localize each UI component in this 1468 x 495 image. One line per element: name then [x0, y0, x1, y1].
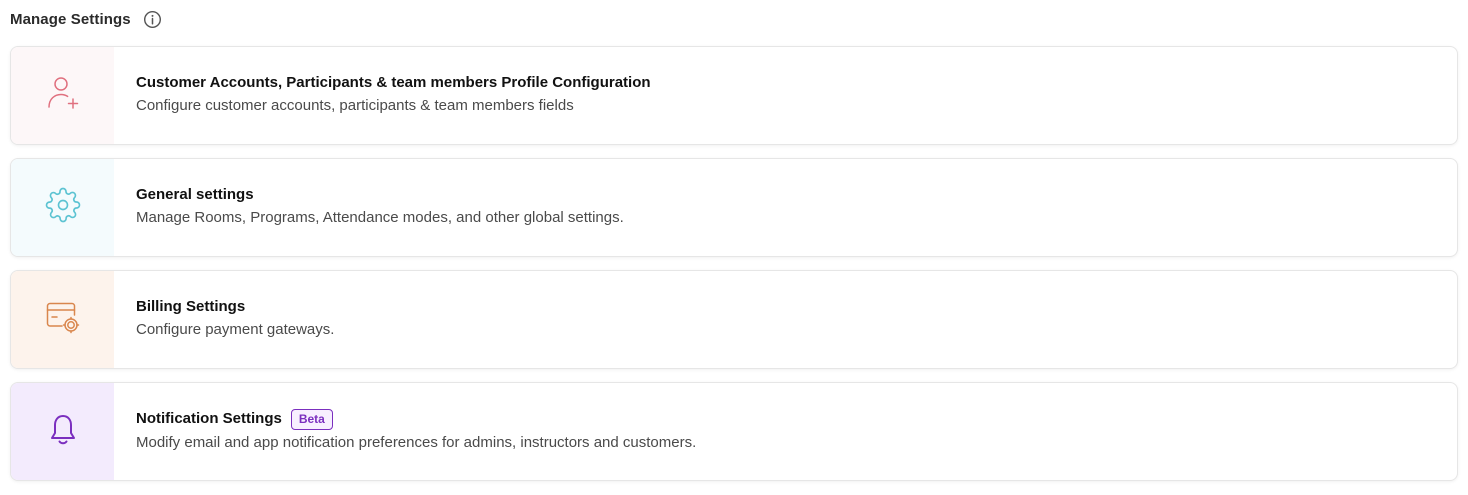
settings-card-list: Customer Accounts, Participants & team m… — [10, 46, 1458, 481]
card-description: Configure payment gateways. — [136, 321, 335, 338]
card-body: General settings Manage Rooms, Programs,… — [114, 159, 1457, 256]
card-description: Configure customer accounts, participant… — [136, 97, 574, 114]
card-icon-box — [11, 159, 114, 256]
settings-card-notification[interactable]: Notification Settings Beta Modify email … — [10, 382, 1458, 481]
card-gear-icon — [45, 300, 81, 339]
info-icon[interactable] — [143, 9, 163, 29]
card-title-row: Billing Settings — [136, 297, 1457, 317]
settings-card-profile-configuration[interactable]: Customer Accounts, Participants & team m… — [10, 46, 1458, 145]
card-body: Notification Settings Beta Modify email … — [114, 383, 1457, 480]
card-title: Billing Settings — [136, 298, 246, 315]
card-title-row: Customer Accounts, Participants & team m… — [136, 73, 1457, 93]
gear-icon — [45, 187, 81, 228]
card-description: Modify email and app notification prefer… — [136, 433, 697, 451]
page-title: Manage Settings — [10, 10, 131, 28]
card-icon-box — [11, 47, 114, 144]
card-body: Billing Settings Configure payment gatew… — [114, 271, 1457, 368]
card-title-row: Notification Settings Beta — [136, 408, 1457, 430]
settings-card-general[interactable]: General settings Manage Rooms, Programs,… — [10, 158, 1458, 257]
page-header: Manage Settings — [10, 0, 1458, 38]
settings-card-billing[interactable]: Billing Settings Configure payment gatew… — [10, 270, 1458, 369]
card-title: General settings — [136, 186, 254, 203]
beta-badge: Beta — [290, 408, 333, 430]
card-body: Customer Accounts, Participants & team m… — [114, 47, 1457, 144]
bell-icon — [49, 413, 77, 450]
card-title-row: General settings — [136, 185, 1457, 205]
card-title: Notification Settings — [136, 410, 282, 427]
card-icon-box — [11, 383, 114, 480]
card-icon-box — [11, 271, 114, 368]
user-plus-icon — [46, 75, 80, 116]
manage-settings-page: Manage Settings Customer Accounts, Parti… — [0, 0, 1468, 495]
card-title: Customer Accounts, Participants & team m… — [136, 74, 651, 91]
card-description: Manage Rooms, Programs, Attendance modes… — [136, 209, 624, 226]
